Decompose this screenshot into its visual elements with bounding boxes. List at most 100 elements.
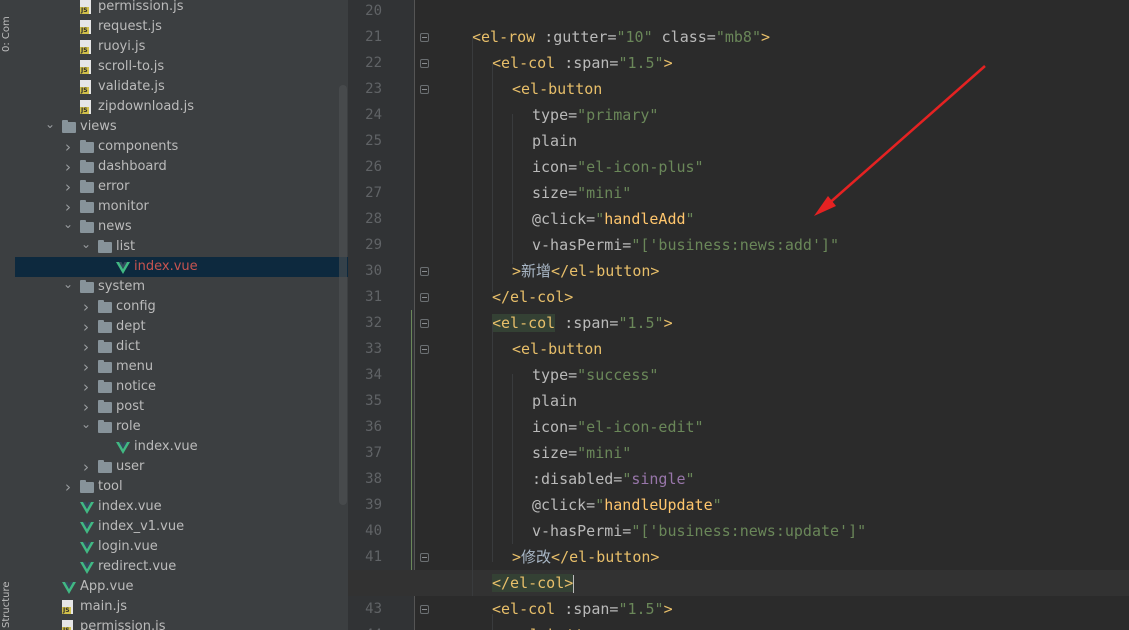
- tool-tab-structure[interactable]: Structure: [0, 572, 15, 630]
- code-line[interactable]: </el-col>: [348, 284, 1129, 310]
- code-line[interactable]: >修改</el-button>: [348, 544, 1129, 570]
- chevron-right-icon[interactable]: ›: [80, 337, 92, 357]
- chevron-right-icon[interactable]: ›: [80, 297, 92, 317]
- code-line[interactable]: type="success": [348, 362, 1129, 388]
- code-text: type="success": [532, 366, 659, 384]
- tree-item-label: dept: [116, 319, 146, 334]
- tree-item-ruoyi-js[interactable]: ruoyi.js: [15, 37, 348, 57]
- chevron-right-icon[interactable]: ›: [80, 397, 92, 417]
- code-line[interactable]: <el-row :gutter="10" class="mb8">: [348, 24, 1129, 50]
- code-line[interactable]: <el-col :span="1.5">: [348, 50, 1129, 76]
- tree-item-system[interactable]: ⌄ system: [15, 277, 348, 297]
- code-line[interactable]: plain: [348, 388, 1129, 414]
- tree-item-request-js[interactable]: request.js: [15, 17, 348, 37]
- tree-item-index-v1-vue[interactable]: index_v1.vue: [15, 517, 348, 537]
- tree-item-main-js[interactable]: main.js: [15, 597, 348, 617]
- code-text: <el-row :gutter="10" class="mb8">: [472, 28, 771, 46]
- chevron-down-icon[interactable]: ⌄: [62, 277, 74, 297]
- tree-item-dict[interactable]: › dict: [15, 337, 348, 357]
- vue-file-icon: [80, 501, 94, 514]
- tree-item-scroll-to-js[interactable]: scroll-to.js: [15, 57, 348, 77]
- js-file-icon: [62, 600, 73, 614]
- code-line[interactable]: <el-button: [348, 76, 1129, 102]
- folder-icon: [80, 480, 94, 493]
- js-file-icon: [80, 0, 91, 14]
- chevron-down-icon[interactable]: ⌄: [80, 417, 92, 437]
- tree-item-components[interactable]: › components: [15, 137, 348, 157]
- tree-item-index-vue[interactable]: index.vue: [15, 437, 348, 457]
- chevron-right-icon[interactable]: ›: [62, 157, 74, 177]
- chevron-right-icon[interactable]: ›: [62, 177, 74, 197]
- chevron-right-icon[interactable]: ›: [80, 357, 92, 377]
- code-line[interactable]: </el-col>: [348, 570, 1129, 596]
- tree-item-login-vue[interactable]: login.vue: [15, 537, 348, 557]
- chevron-right-icon[interactable]: ›: [80, 457, 92, 477]
- vue-file-icon: [62, 581, 76, 594]
- tree-item-dept[interactable]: › dept: [15, 317, 348, 337]
- js-file-icon: [80, 80, 91, 94]
- tree-item-index-vue[interactable]: index.vue: [15, 257, 348, 277]
- code-line[interactable]: icon="el-icon-plus": [348, 154, 1129, 180]
- code-line[interactable]: <el-button: [348, 336, 1129, 362]
- tree-item-tool[interactable]: › tool: [15, 477, 348, 497]
- chevron-right-icon[interactable]: ›: [80, 317, 92, 337]
- folder-icon: [98, 340, 112, 353]
- tree-item-user[interactable]: › user: [15, 457, 348, 477]
- code-line[interactable]: v-hasPermi="['business:news:add']": [348, 232, 1129, 258]
- code-line[interactable]: <el-col :span="1.5">: [348, 596, 1129, 622]
- tree-item-notice[interactable]: › notice: [15, 377, 348, 397]
- code-line[interactable]: <el-col :span="1.5">: [348, 310, 1129, 336]
- tree-item-role[interactable]: ⌄ role: [15, 417, 348, 437]
- tool-tab-commit[interactable]: 0: Com: [0, 0, 15, 60]
- tree-item-menu[interactable]: › menu: [15, 357, 348, 377]
- tree-item-list[interactable]: ⌄ list: [15, 237, 348, 257]
- code-line[interactable]: type="primary": [348, 102, 1129, 128]
- code-line[interactable]: <el-button: [348, 622, 1129, 630]
- indent-guide: [512, 374, 513, 544]
- folder-icon: [98, 320, 112, 333]
- code-line[interactable]: :disabled="single": [348, 466, 1129, 492]
- tree-item-dashboard[interactable]: › dashboard: [15, 157, 348, 177]
- tree-item-config[interactable]: › config: [15, 297, 348, 317]
- chevron-down-icon[interactable]: ⌄: [80, 237, 92, 257]
- chevron-right-icon[interactable]: ›: [62, 477, 74, 497]
- code-line[interactable]: size="mini": [348, 440, 1129, 466]
- code-line[interactable]: @click="handleAdd": [348, 206, 1129, 232]
- code-line[interactable]: plain: [348, 128, 1129, 154]
- project-tree-scrollbar[interactable]: [339, 85, 347, 505]
- tree-item-error[interactable]: › error: [15, 177, 348, 197]
- tree-item-app-vue[interactable]: App.vue: [15, 577, 348, 597]
- tree-item-label: dict: [116, 339, 141, 354]
- code-text: @click="handleAdd": [532, 210, 695, 228]
- tree-item-post[interactable]: › post: [15, 397, 348, 417]
- chevron-right-icon[interactable]: ›: [62, 197, 74, 217]
- folder-icon: [98, 380, 112, 393]
- chevron-down-icon[interactable]: ⌄: [44, 117, 56, 137]
- tree-item-validate-js[interactable]: validate.js: [15, 77, 348, 97]
- tree-item-views[interactable]: ⌄ views: [15, 117, 348, 137]
- project-tree[interactable]: permission.js request.js ruoyi.js scroll-to…: [15, 0, 348, 630]
- chevron-right-icon[interactable]: ›: [80, 377, 92, 397]
- code-line[interactable]: size="mini": [348, 180, 1129, 206]
- tree-item-news[interactable]: ⌄ news: [15, 217, 348, 237]
- tree-item-permission-js[interactable]: permission.js: [15, 0, 348, 17]
- chevron-down-icon[interactable]: ⌄: [62, 217, 74, 237]
- tree-item-label: zipdownload.js: [98, 99, 195, 114]
- code-editor[interactable]: 20 21 22 23 24 25 26 27 28 29 30 31 32 33 34 35 36 37 38 39…: [348, 0, 1129, 630]
- tree-item-redirect-vue[interactable]: redirect.vue: [15, 557, 348, 577]
- tree-item-label: redirect.vue: [98, 559, 177, 574]
- tree-item-index-vue[interactable]: index.vue: [15, 497, 348, 517]
- tree-item-monitor[interactable]: › monitor: [15, 197, 348, 217]
- js-file-icon: [80, 20, 91, 34]
- folder-icon: [80, 200, 94, 213]
- tree-item-zipdownload-js[interactable]: zipdownload.js: [15, 97, 348, 117]
- chevron-right-icon[interactable]: ›: [62, 137, 74, 157]
- code-line[interactable]: v-hasPermi="['business:news:update']": [348, 518, 1129, 544]
- code-line[interactable]: [348, 0, 1129, 24]
- tree-item-permission-js[interactable]: permission.js: [15, 617, 348, 630]
- tree-item-label: request.js: [98, 19, 162, 34]
- code-line[interactable]: @click="handleUpdate": [348, 492, 1129, 518]
- code-text: plain: [532, 392, 578, 410]
- code-line[interactable]: icon="el-icon-edit": [348, 414, 1129, 440]
- code-line[interactable]: >新增</el-button>: [348, 258, 1129, 284]
